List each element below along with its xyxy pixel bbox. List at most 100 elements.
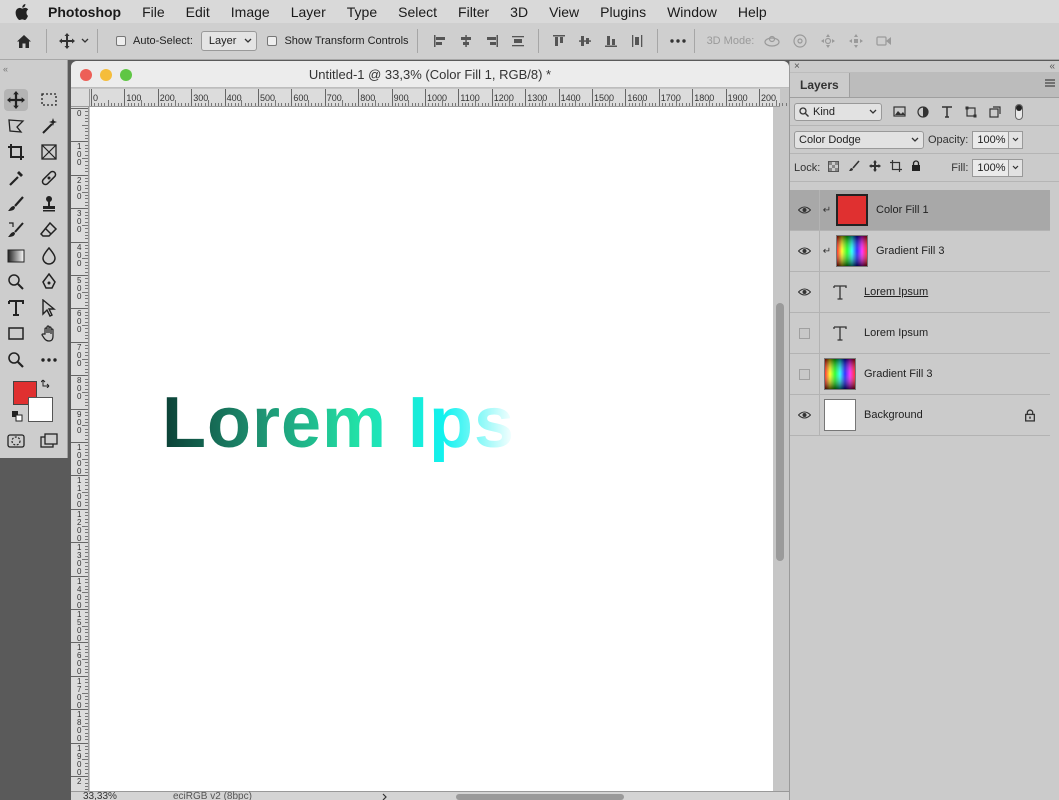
type-tool-icon[interactable] [4,297,28,319]
align-bottom-icon[interactable] [603,33,619,49]
layer-row[interactable]: ↵ Gradient Fill 3 [790,230,1050,272]
filter-toggle-icon[interactable] [1012,103,1026,120]
lock-all-icon[interactable] [911,160,921,175]
lock-icon[interactable] [1024,409,1036,422]
quick-mask-icon[interactable] [4,430,28,452]
layer-row[interactable]: Lorem Ipsum [790,312,1050,354]
horizontal-scrollbar[interactable] [456,794,624,800]
slide-3d-icon[interactable] [848,33,864,49]
magic-wand-tool-icon[interactable] [37,115,61,137]
marquee-tool-icon[interactable] [37,89,61,111]
visibility-toggle[interactable] [790,271,820,313]
default-colors-icon[interactable] [10,409,24,423]
checkbox-box[interactable] [267,36,278,46]
more-tools-icon[interactable] [37,349,61,371]
brush-tool-icon[interactable] [4,193,28,215]
minimize-window-button[interactable] [100,69,112,81]
menu-view[interactable]: View [549,4,579,20]
move-tool-icon[interactable] [4,89,28,111]
collapse-panel-icon[interactable]: « [1049,61,1055,72]
close-panel-icon[interactable]: × [794,61,800,72]
auto-select-checkbox[interactable]: Auto-Select: [116,35,193,47]
menu-image[interactable]: Image [231,4,270,20]
layer-row[interactable]: Lorem Ipsum [790,271,1050,313]
lasso-tool-icon[interactable] [4,115,28,137]
apple-icon[interactable] [14,3,30,21]
path-selection-tool-icon[interactable] [37,297,61,319]
layer-name[interactable]: Lorem Ipsum [864,286,928,298]
filter-kind-dropdown[interactable]: Kind [794,102,882,121]
layer-thumbnail[interactable] [836,194,868,226]
lock-position-icon[interactable] [869,160,882,175]
video-camera-3d-icon[interactable] [876,33,892,49]
visibility-toggle[interactable] [790,312,820,354]
eyedropper-tool-icon[interactable] [4,167,28,189]
horizontal-ruler[interactable]: 0 100 200 300 400 500 600 700 800 900 1000 1100 1200… [90,89,787,107]
lock-transparent-pixels-icon[interactable] [828,160,840,175]
vertical-scrollbar[interactable] [776,303,784,561]
auto-select-target-dropdown[interactable]: Layer [200,31,258,51]
frame-tool-icon[interactable] [37,141,61,163]
layer-name[interactable]: Color Fill 1 [876,204,929,216]
swap-colors-icon[interactable] [40,375,54,389]
history-brush-tool-icon[interactable] [4,219,28,241]
zoom-tool-icon[interactable] [4,349,28,371]
text-layer-icon[interactable] [824,276,856,308]
color-profile[interactable]: eciRGB v2 (8bpc) [173,791,252,800]
menu-select[interactable]: Select [398,4,437,20]
fill-input[interactable]: 100% [972,158,1010,177]
hand-tool-icon[interactable] [37,323,61,345]
rectangle-tool-icon[interactable] [4,323,28,345]
opacity-input[interactable]: 100% [972,130,1010,149]
menu-file[interactable]: File [142,4,165,20]
layer-name[interactable]: Background [864,409,923,421]
panel-collapse-icon[interactable]: « [0,64,68,74]
menu-plugins[interactable]: Plugins [600,4,646,20]
layer-name[interactable]: Gradient Fill 3 [864,368,932,380]
blur-tool-icon[interactable] [37,245,61,267]
chevron-right-icon[interactable] [382,793,388,800]
lock-artboard-icon[interactable] [890,160,903,175]
move-tool-preset[interactable] [59,33,89,49]
orbit-3d-icon[interactable] [764,33,780,49]
show-transform-controls-checkbox[interactable]: Show Transform Controls [267,35,409,47]
crop-tool-icon[interactable] [4,141,28,163]
zoom-level[interactable]: 33,33% [83,791,143,800]
close-window-button[interactable] [80,69,92,81]
clone-stamp-tool-icon[interactable] [37,193,61,215]
healing-brush-tool-icon[interactable] [37,167,61,189]
layer-thumbnail[interactable] [824,399,856,431]
align-horizontal-center-icon[interactable] [458,33,474,49]
layer-row[interactable]: Background [790,394,1050,436]
layer-thumbnail[interactable] [836,235,868,267]
layer-name[interactable]: Lorem Ipsum [864,327,928,339]
filter-smart-object-icon[interactable] [988,105,1002,119]
text-layer-icon[interactable] [824,317,856,349]
screen-mode-icon[interactable] [37,430,61,452]
visibility-toggle[interactable] [790,353,820,395]
menu-edit[interactable]: Edit [186,4,210,20]
more-options-icon[interactable] [669,33,686,49]
align-vertical-center-icon[interactable] [577,33,593,49]
opacity-dropdown-icon[interactable] [1009,130,1024,149]
app-menu[interactable]: Photoshop [48,4,121,20]
distribute-horizontal-icon[interactable] [629,33,645,49]
align-top-icon[interactable] [551,33,567,49]
tab-layers[interactable]: Layers [790,73,850,97]
align-left-icon[interactable] [432,33,448,49]
checkbox-box[interactable] [116,36,126,46]
document-title-bar[interactable]: Untitled-1 @ 33,3% (Color Fill 1, RGB/8)… [71,61,789,88]
distribute-vertical-icon[interactable] [510,33,526,49]
filter-type-icon[interactable] [940,105,954,119]
maximize-window-button[interactable] [120,69,132,81]
layer-row[interactable]: Gradient Fill 3 [790,353,1050,395]
menu-type[interactable]: Type [347,4,377,20]
visibility-toggle[interactable] [790,394,820,436]
layer-thumbnail[interactable] [824,358,856,390]
menu-3d[interactable]: 3D [510,4,528,20]
background-color-swatch[interactable] [28,397,53,422]
layer-row[interactable]: ↵ Color Fill 1 [790,189,1050,231]
ruler-origin[interactable] [71,89,90,107]
filter-shape-icon[interactable] [964,105,978,119]
canvas[interactable]: Lorem Ips [90,107,773,791]
